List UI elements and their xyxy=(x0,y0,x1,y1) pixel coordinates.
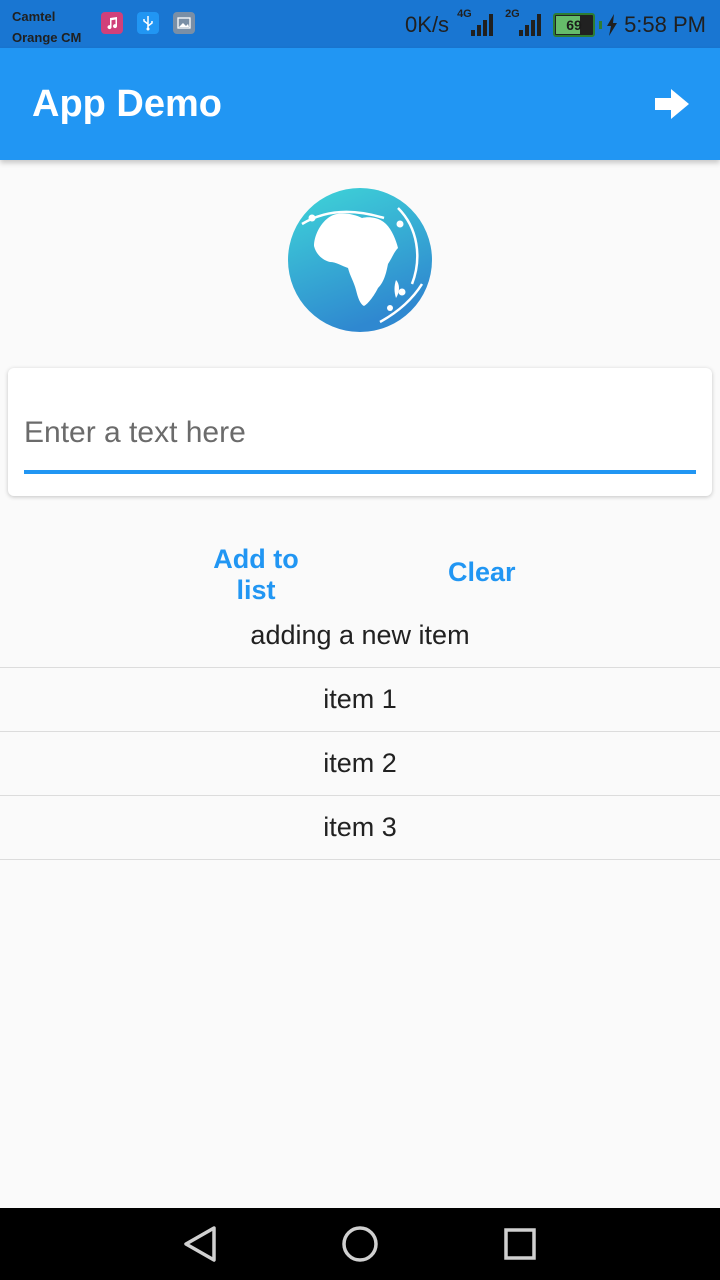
carrier-names: Camtel Orange CM xyxy=(12,6,81,48)
photo-icon xyxy=(173,12,195,34)
item-list: adding a new item item 1 item 2 item 3 xyxy=(0,604,720,860)
signal-2-label: 2G xyxy=(505,8,520,20)
screen: Camtel Orange CM 0K/s 4G 2G 69 5:58 PM A… xyxy=(0,0,720,1280)
app-bar: App Demo xyxy=(0,48,720,160)
list-item[interactable]: item 2 xyxy=(0,732,720,796)
battery-level: 69 xyxy=(566,17,582,33)
arrow-forward-button[interactable] xyxy=(644,76,700,132)
signal-4g-icon: 4G xyxy=(457,8,495,40)
arrow-forward-icon xyxy=(655,89,689,119)
signal-2g-icon: 2G xyxy=(505,8,543,40)
text-input[interactable] xyxy=(24,406,696,474)
carrier-1: Camtel xyxy=(12,9,56,24)
status-bar: Camtel Orange CM 0K/s 4G 2G 69 5:58 PM xyxy=(0,0,720,48)
home-button[interactable] xyxy=(336,1220,384,1268)
add-to-list-button[interactable]: Add to list xyxy=(176,544,336,605)
list-item[interactable]: adding a new item xyxy=(0,604,720,668)
music-icon xyxy=(101,12,123,34)
net-speed: 0K/s xyxy=(405,12,450,37)
clock: 5:58 PM xyxy=(624,12,706,37)
back-button[interactable] xyxy=(176,1220,224,1268)
recents-icon xyxy=(504,1228,536,1260)
clear-button[interactable]: Clear xyxy=(432,544,528,600)
input-card xyxy=(8,368,712,496)
carrier-2: Orange CM xyxy=(12,30,82,45)
list-item[interactable]: item 3 xyxy=(0,796,720,860)
home-icon xyxy=(342,1226,378,1262)
list-item[interactable]: item 1 xyxy=(0,668,720,732)
status-indicators: 0K/s 4G 2G 69 5:58 PM xyxy=(405,8,706,42)
usb-icon xyxy=(137,12,159,34)
battery-icon: 69 xyxy=(553,13,596,37)
charging-icon xyxy=(607,14,618,36)
app-logo xyxy=(288,188,432,332)
battery-cap xyxy=(599,21,603,29)
navigation-bar xyxy=(0,1208,720,1280)
africa-globe-icon xyxy=(288,188,432,332)
app-title: App Demo xyxy=(32,83,222,125)
recents-button[interactable] xyxy=(496,1220,544,1268)
signal-1-label: 4G xyxy=(457,8,472,20)
back-icon xyxy=(184,1226,216,1262)
